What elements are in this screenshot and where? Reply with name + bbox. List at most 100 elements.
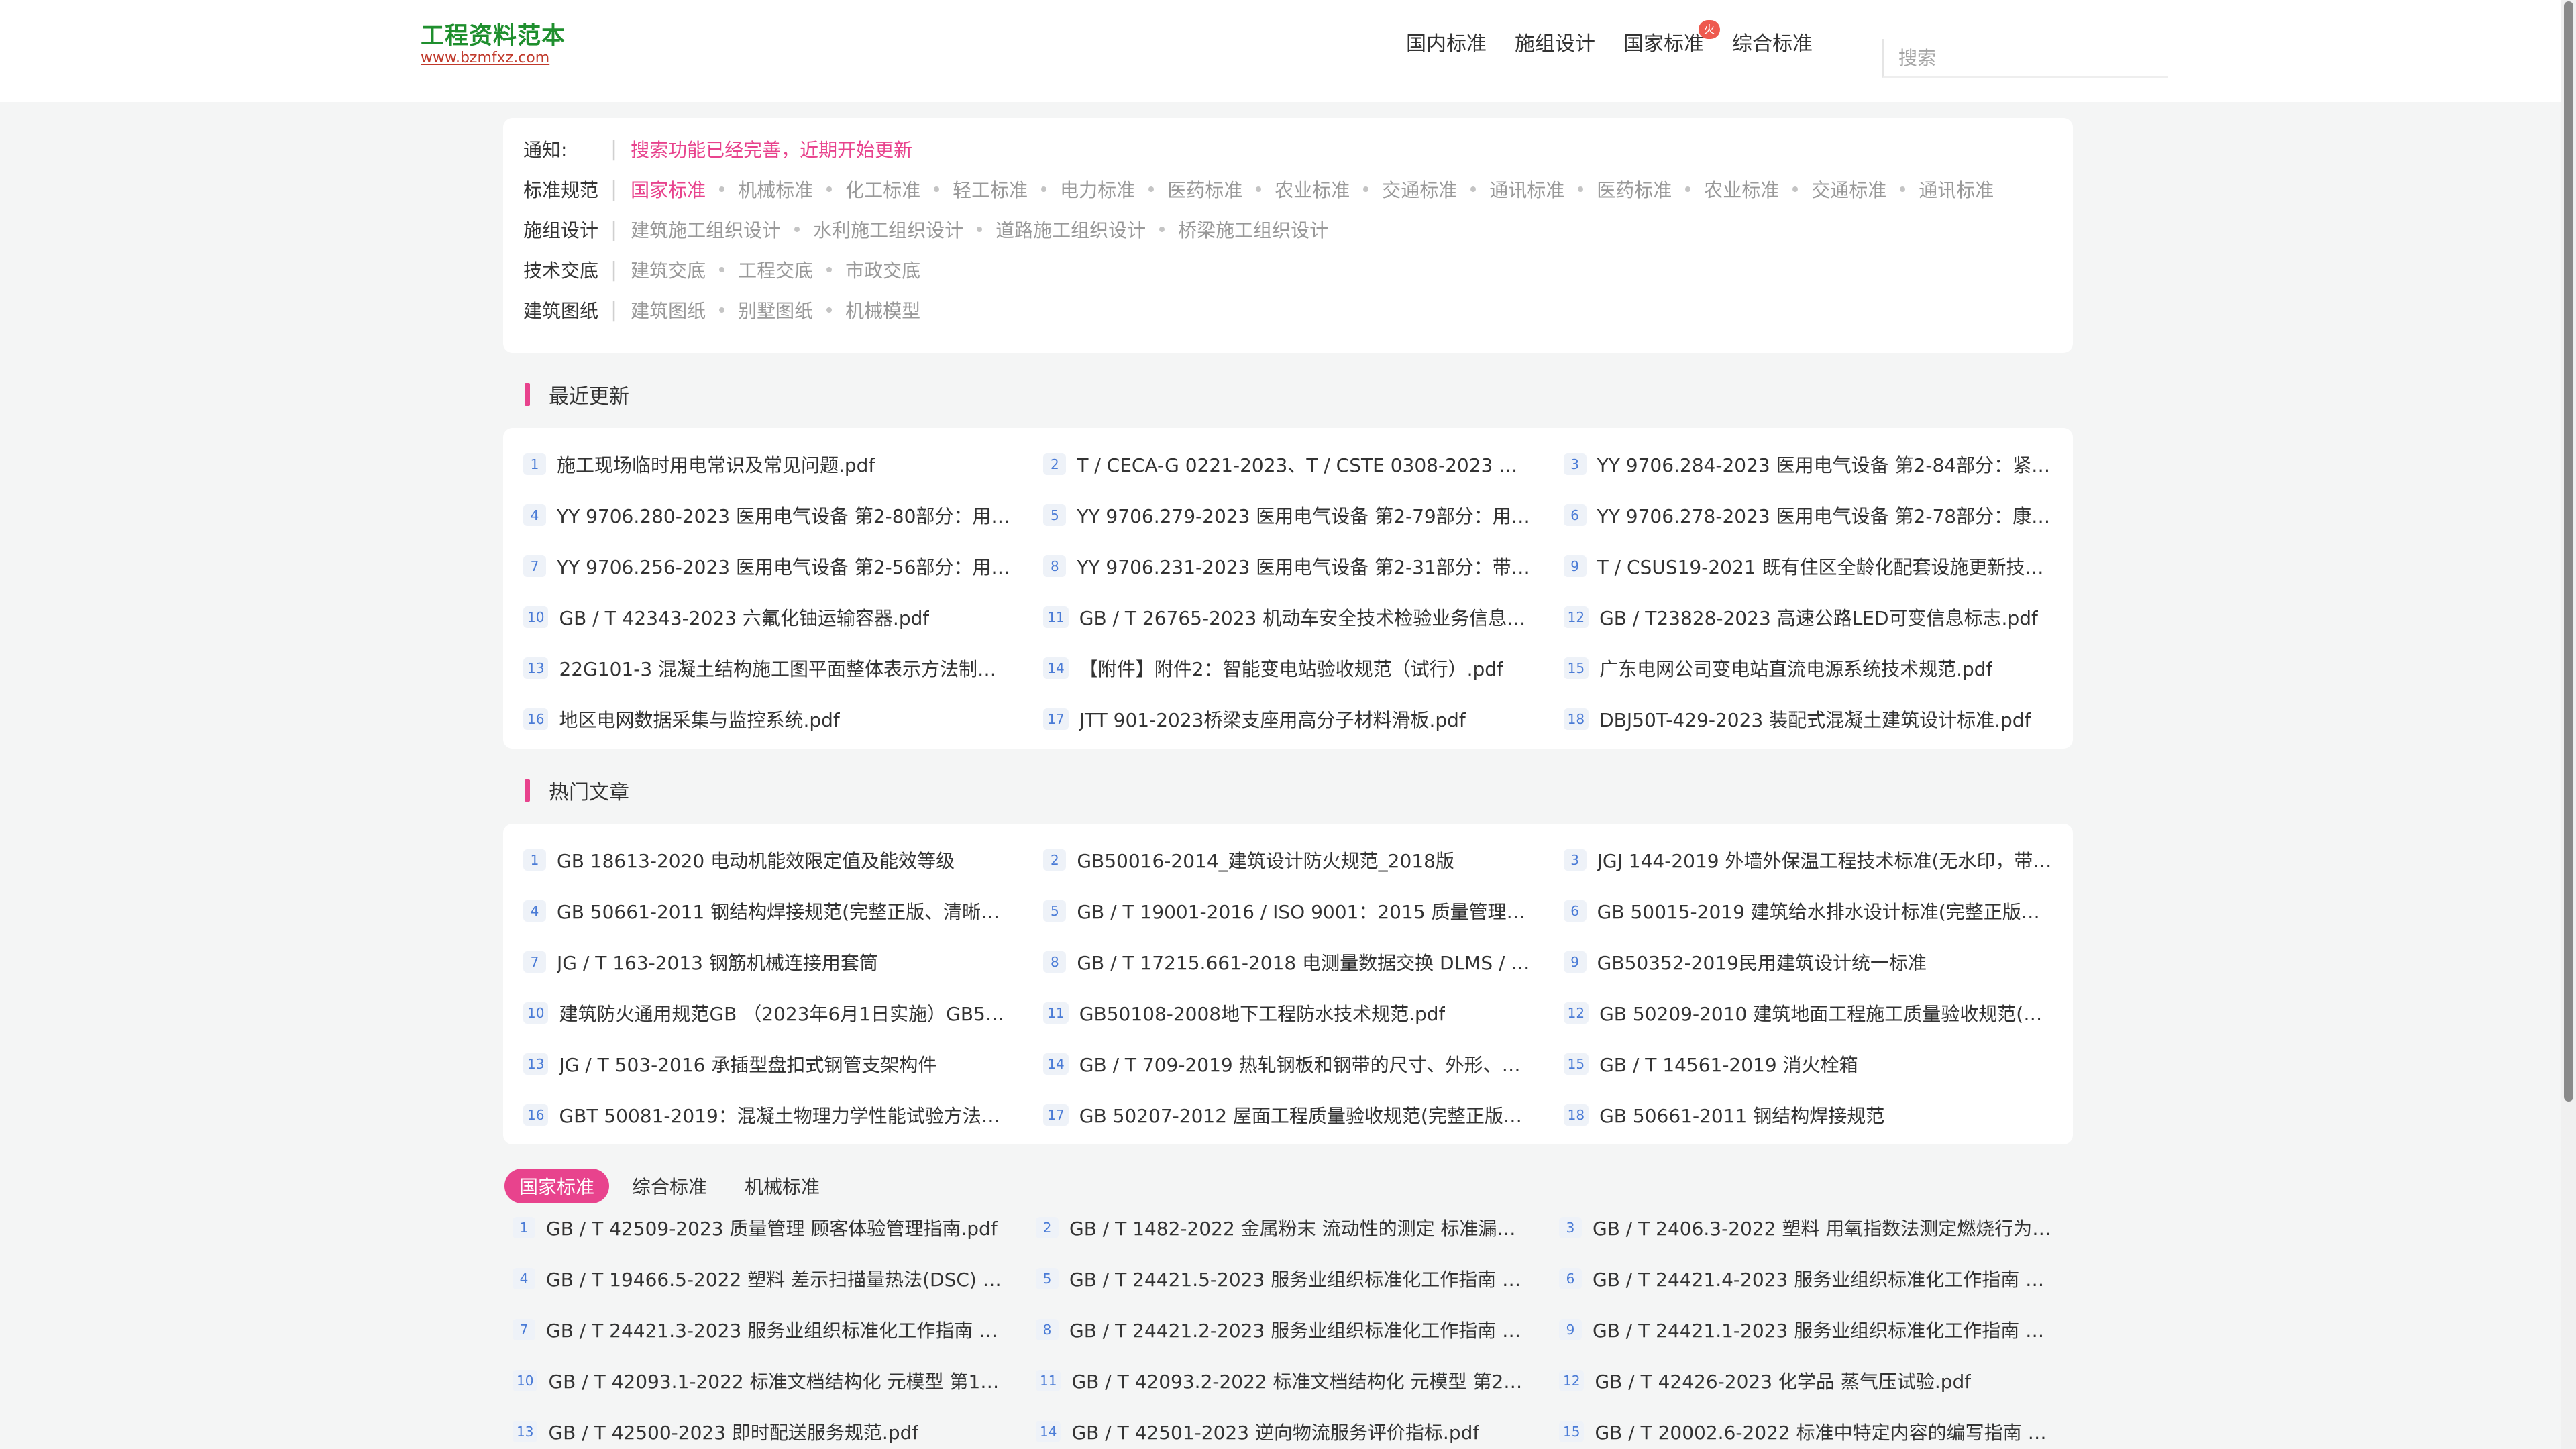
item-title[interactable]: GB / T 42093.1-2022 标准文档结构化 元模型 第1部…: [548, 1367, 1009, 1394]
list-item[interactable]: 9 T / CSUS19-2021 既有住区全龄化配套设施更新技…: [1563, 541, 2053, 592]
list-item[interactable]: 12 GB / T23828-2023 高速公路LED可变信息标志.pdf: [1563, 592, 2053, 643]
list-item[interactable]: 15 广东电网公司变电站直流电源系统技术规范.pdf: [1563, 643, 2053, 694]
item-title[interactable]: GB / T 20002.6-2022 标准中特定内容的编写指南 第…: [1595, 1418, 2055, 1445]
category-title[interactable]: 施组设计: [523, 216, 610, 243]
list-item[interactable]: 10 建筑防火通用规范GB （2023年6月1日实施）GB55…: [523, 987, 1012, 1038]
item-title[interactable]: T / CECA-G 0221-2023、T / CSTE 0308-2023 …: [1077, 451, 1532, 478]
category-link[interactable]: 工程交底: [738, 256, 813, 283]
nav-item-domestic-standards[interactable]: 国内标准: [1406, 30, 1487, 59]
item-title[interactable]: GB / T 24421.3-2023 服务业组织标准化工作指南 第…: [546, 1316, 1009, 1343]
list-item[interactable]: 14 GB / T 42501-2023 逆向物流服务评价指标.pdf: [1036, 1406, 1532, 1449]
category-link[interactable]: 市政交底: [845, 256, 920, 283]
list-item[interactable]: 15 GB / T 14561-2019 消火栓箱: [1563, 1038, 2053, 1089]
item-title[interactable]: 22G101-3 混凝土结构施工图平面整体表示方法制图…: [559, 655, 1012, 682]
list-item[interactable]: 4 YY 9706.280-2023 医用电气设备 第2-80部分：用于…: [523, 490, 1012, 541]
category-link[interactable]: 国家标准: [631, 176, 706, 203]
list-item[interactable]: 3 YY 9706.284-2023 医用电气设备 第2-84部分：紧急…: [1563, 439, 2053, 490]
item-title[interactable]: GB 50661-2011 钢结构焊接规范(完整正版、清晰无…: [557, 898, 1012, 924]
category-link[interactable]: 道路施工组织设计: [996, 216, 1146, 243]
category-link[interactable]: 化工标准: [845, 176, 920, 203]
item-title[interactable]: GB / T 24421.1-2023 服务业组织标准化工作指南 第…: [1593, 1316, 2055, 1343]
page-scrollbar[interactable]: [2561, 0, 2576, 1449]
item-title[interactable]: GB 50015-2019 建筑给水排水设计标准(完整正版、…: [1597, 898, 2053, 924]
list-item[interactable]: 8 YY 9706.231-2023 医用电气设备 第2-31部分：带内…: [1043, 541, 1533, 592]
list-item[interactable]: 10 GB / T 42343-2023 六氟化铀运输容器.pdf: [523, 592, 1012, 643]
item-title[interactable]: JG / T 163-2013 钢筋机械连接用套筒: [557, 949, 878, 975]
list-item[interactable]: 7 YY 9706.256-2023 医用电气设备 第2-56部分：用于…: [523, 541, 1012, 592]
category-link[interactable]: 交通标准: [1382, 176, 1457, 203]
item-title[interactable]: JGJ 144-2019 外墙外保温工程技术标准(无水印，带…: [1597, 847, 2052, 873]
category-link[interactable]: 农业标准: [1275, 176, 1350, 203]
item-title[interactable]: GB50352-2019民用建筑设计统一标准: [1597, 949, 1927, 975]
item-title[interactable]: 施工现场临时用电常识及常见问题.pdf: [557, 451, 875, 478]
list-item[interactable]: 3 GB / T 2406.3-2022 塑料 用氧指数法测定燃烧行为 …: [1559, 1202, 2055, 1253]
list-item[interactable]: 18 DBJ50T-429-2023 装配式混凝土建筑设计标准.pdf: [1563, 694, 2053, 745]
site-logo[interactable]: 工程资料范本 www.bzmfxz.com: [421, 23, 566, 67]
list-item[interactable]: 2 GB50016-2014_建筑设计防火规范_2018版: [1043, 835, 1532, 885]
category-title[interactable]: 标准规范: [523, 176, 610, 203]
tab-general-standards[interactable]: 综合标准: [617, 1169, 722, 1203]
category-link[interactable]: 水利施工组织设计: [813, 216, 963, 243]
category-link[interactable]: 农业标准: [1704, 176, 1779, 203]
list-item[interactable]: 8 GB / T 17215.661-2018 电测量数据交换 DLMS / C…: [1043, 936, 1533, 987]
item-title[interactable]: YY 9706.231-2023 医用电气设备 第2-31部分：带内…: [1077, 553, 1532, 580]
item-title[interactable]: GB 50207-2012 屋面工程质量验收规范(完整正版、…: [1079, 1102, 1533, 1128]
item-title[interactable]: GB 18613-2020 电动机能效限定值及能效等级: [557, 847, 955, 873]
item-title[interactable]: GB50016-2014_建筑设计防火规范_2018版: [1077, 847, 1454, 873]
item-title[interactable]: 【附件】附件2：智能变电站验收规范（试行）.pdf: [1079, 655, 1503, 682]
list-item[interactable]: 5 GB / T 19001-2016 / ISO 9001：2015 质量管理体…: [1043, 885, 1533, 936]
tab-national-standards[interactable]: 国家标准: [504, 1169, 610, 1203]
list-item[interactable]: 2 T / CECA-G 0221-2023、T / CSTE 0308-2023…: [1043, 439, 1533, 490]
item-title[interactable]: GB / T 42500-2023 即时配送服务规范.pdf: [548, 1418, 918, 1445]
item-title[interactable]: YY 9706.279-2023 医用电气设备 第2-79部分：用于…: [1077, 502, 1532, 529]
category-link[interactable]: 交通标准: [1811, 176, 1886, 203]
item-title[interactable]: GB / T 24421.2-2023 服务业组织标准化工作指南 第…: [1069, 1316, 1532, 1343]
list-item[interactable]: 15 GB / T 20002.6-2022 标准中特定内容的编写指南 第…: [1559, 1406, 2055, 1449]
item-title[interactable]: YY 9706.278-2023 医用电气设备 第2-78部分：康复…: [1597, 502, 2053, 529]
list-item[interactable]: 8 GB / T 24421.2-2023 服务业组织标准化工作指南 第…: [1036, 1304, 1532, 1355]
list-item[interactable]: 6 GB / T 24421.4-2023 服务业组织标准化工作指南 第…: [1559, 1253, 2055, 1304]
category-link[interactable]: 机械模型: [845, 297, 920, 323]
search-input[interactable]: [1898, 46, 2168, 69]
item-title[interactable]: JTT 901-2023桥梁支座用高分子材料滑板.pdf: [1079, 706, 1466, 733]
tab-mechanical-standards[interactable]: 机械标准: [730, 1169, 835, 1203]
category-link[interactable]: 建筑图纸: [631, 297, 706, 323]
item-title[interactable]: GB 50661-2011 钢结构焊接规范: [1599, 1102, 1884, 1128]
item-title[interactable]: GB / T23828-2023 高速公路LED可变信息标志.pdf: [1599, 604, 2038, 631]
list-item[interactable]: 9 GB / T 24421.1-2023 服务业组织标准化工作指南 第…: [1559, 1304, 2055, 1355]
item-title[interactable]: T / CSUS19-2021 既有住区全龄化配套设施更新技…: [1597, 553, 2044, 580]
category-title[interactable]: 技术交底: [523, 256, 610, 283]
category-link[interactable]: 建筑交底: [631, 256, 706, 283]
list-item[interactable]: 14 【附件】附件2：智能变电站验收规范（试行）.pdf: [1043, 643, 1532, 694]
list-item[interactable]: 7 JG / T 163-2013 钢筋机械连接用套筒: [523, 936, 1012, 987]
item-title[interactable]: GB / T 42093.2-2022 标准文档结构化 元模型 第2部…: [1071, 1367, 1532, 1394]
category-link[interactable]: 医药标准: [1597, 176, 1672, 203]
list-item[interactable]: 9 GB50352-2019民用建筑设计统一标准: [1563, 936, 2053, 987]
item-title[interactable]: 地区电网数据采集与监控系统.pdf: [559, 706, 839, 733]
category-link[interactable]: 电力标准: [1060, 176, 1135, 203]
list-item[interactable]: 17 GB 50207-2012 屋面工程质量验收规范(完整正版、…: [1043, 1089, 1533, 1140]
list-item[interactable]: 3 JGJ 144-2019 外墙外保温工程技术标准(无水印，带…: [1563, 835, 2053, 885]
list-item[interactable]: 12 GB / T 42426-2023 化学品 蒸气压试验.pdf: [1559, 1355, 2055, 1406]
category-link[interactable]: 医药标准: [1167, 176, 1242, 203]
category-title[interactable]: 建筑图纸: [523, 297, 610, 323]
list-item[interactable]: 11 GB / T 42093.2-2022 标准文档结构化 元模型 第2部…: [1036, 1355, 1532, 1406]
list-item[interactable]: 13 GB / T 42500-2023 即时配送服务规范.pdf: [513, 1406, 1009, 1449]
item-title[interactable]: GB / T 2406.3-2022 塑料 用氧指数法测定燃烧行为 …: [1593, 1214, 2055, 1241]
category-link[interactable]: 通讯标准: [1489, 176, 1564, 203]
item-title[interactable]: GB / T 42509-2023 质量管理 顾客体验管理指南.pdf: [546, 1214, 998, 1241]
list-item[interactable]: 17 JTT 901-2023桥梁支座用高分子材料滑板.pdf: [1043, 694, 1532, 745]
category-link[interactable]: 别墅图纸: [738, 297, 813, 323]
item-title[interactable]: DBJ50T-429-2023 装配式混凝土建筑设计标准.pdf: [1599, 706, 2031, 733]
item-title[interactable]: GB / T 19466.5-2022 塑料 差示扫描量热法(DSC) 第…: [546, 1265, 1009, 1292]
item-title[interactable]: YY 9706.280-2023 医用电气设备 第2-80部分：用于…: [557, 502, 1012, 529]
item-title[interactable]: GB / T 42426-2023 化学品 蒸气压试验.pdf: [1595, 1367, 1971, 1394]
list-item[interactable]: 2 GB / T 1482-2022 金属粉末 流动性的测定 标准漏斗…: [1036, 1202, 1532, 1253]
nav-item-construction-design[interactable]: 施组设计: [1515, 30, 1595, 59]
item-title[interactable]: GB / T 42501-2023 逆向物流服务评价指标.pdf: [1071, 1418, 1479, 1445]
list-item[interactable]: 10 GB / T 42093.1-2022 标准文档结构化 元模型 第1部…: [513, 1355, 1009, 1406]
item-title[interactable]: YY 9706.256-2023 医用电气设备 第2-56部分：用于…: [557, 553, 1012, 580]
list-item[interactable]: 6 GB 50015-2019 建筑给水排水设计标准(完整正版、…: [1563, 885, 2053, 936]
item-title[interactable]: GB / T 24421.4-2023 服务业组织标准化工作指南 第…: [1593, 1265, 2055, 1292]
list-item[interactable]: 5 YY 9706.279-2023 医用电气设备 第2-79部分：用于…: [1043, 490, 1533, 541]
